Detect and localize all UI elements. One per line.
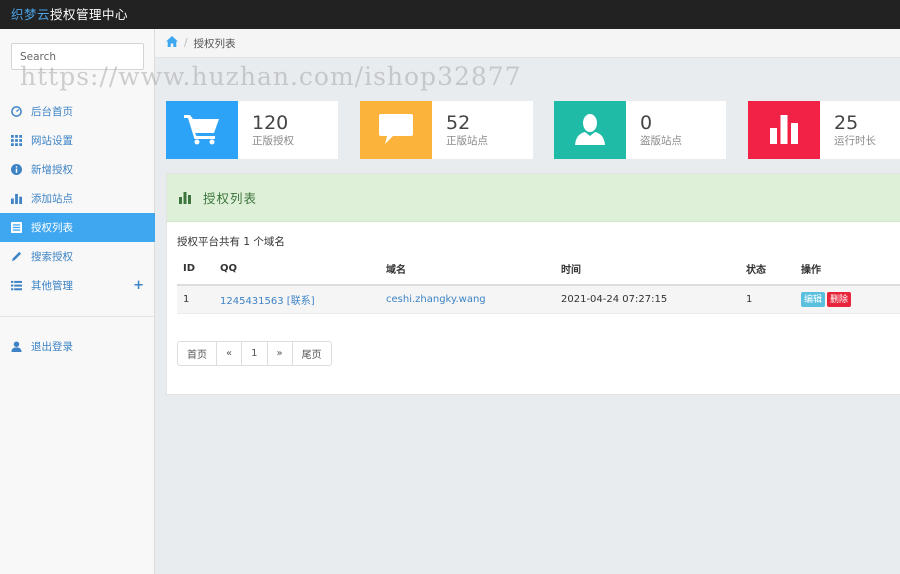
pager-last[interactable]: 尾页 bbox=[293, 342, 331, 365]
sidebar-item-search-license[interactable]: 搜索授权 bbox=[0, 242, 155, 271]
stat-label: 正版授权 bbox=[252, 135, 294, 147]
cell-id: 1 bbox=[177, 285, 214, 314]
stat-card-sites: 52 正版站点 bbox=[360, 101, 533, 159]
pagination: 首页 « 1 » 尾页 bbox=[177, 341, 332, 366]
home-icon[interactable] bbox=[166, 36, 178, 50]
panel-title: 授权列表 bbox=[203, 191, 258, 206]
cell-actions: 编辑 删除 bbox=[795, 285, 900, 314]
license-list-panel: 授权列表 授权平台共有 1 个域名 ID QQ 域名 时间 状态 操作 1 12… bbox=[166, 173, 900, 395]
stat-value: 25 bbox=[834, 112, 859, 134]
cell-qq-link[interactable]: 1245431563 [联系] bbox=[214, 285, 380, 314]
pager-page-1[interactable]: 1 bbox=[242, 342, 268, 365]
pager-next[interactable]: » bbox=[268, 342, 293, 365]
sidebar-item-label: 添加站点 bbox=[31, 193, 73, 205]
stat-label: 正版站点 bbox=[446, 135, 488, 147]
stat-icon-box bbox=[748, 101, 820, 159]
column-header-domain: 域名 bbox=[380, 253, 555, 286]
sidebar-item-new-license[interactable]: 新增授权 bbox=[0, 155, 155, 184]
sidebar-item-label: 搜索授权 bbox=[31, 251, 73, 263]
column-header-qq: QQ bbox=[214, 253, 380, 286]
sidebar: 后台首页 网站设置 新增授权 添加站点 授权列表 bbox=[0, 29, 155, 574]
sidebar-item-label: 授权列表 bbox=[31, 222, 73, 234]
stat-label: 盗版站点 bbox=[640, 135, 682, 147]
stat-label: 运行时长 bbox=[834, 135, 876, 147]
info-circle-icon bbox=[10, 164, 22, 176]
stat-card-licenses: 120 正版授权 bbox=[166, 101, 338, 159]
user-icon bbox=[10, 341, 22, 353]
stat-icon-box bbox=[360, 101, 432, 159]
top-navbar: 织梦云授权管理中心 bbox=[0, 0, 900, 29]
stat-card-runtime: 25 运行时长 bbox=[748, 101, 900, 159]
sidebar-item-label: 退出登录 bbox=[31, 341, 73, 353]
stat-value: 52 bbox=[446, 112, 471, 134]
sidebar-item-label: 其他管理 bbox=[31, 280, 73, 292]
sidebar-item-dashboard[interactable]: 后台首页 bbox=[0, 97, 155, 126]
list-detail-icon bbox=[10, 280, 22, 292]
sidebar-item-logout[interactable]: 退出登录 bbox=[0, 332, 155, 361]
sidebar-item-add-site[interactable]: 添加站点 bbox=[0, 184, 155, 213]
stat-value: 120 bbox=[252, 112, 289, 134]
brand-accent: 织梦云 bbox=[11, 7, 51, 22]
bar-chart-icon bbox=[179, 191, 191, 204]
sidebar-divider bbox=[0, 316, 155, 317]
brand-rest: 授权管理中心 bbox=[50, 7, 129, 22]
breadcrumb-separator: / bbox=[184, 37, 188, 49]
sidebar-item-label: 新增授权 bbox=[31, 164, 73, 176]
sidebar-nav: 后台首页 网站设置 新增授权 添加站点 授权列表 搜索授权 其他管理 + bbox=[0, 97, 155, 300]
bar-chart-icon bbox=[10, 193, 22, 205]
domain-count-summary: 授权平台共有 1 个域名 bbox=[177, 236, 285, 248]
panel-header: 授权列表 bbox=[167, 174, 900, 222]
pager-first[interactable]: 首页 bbox=[178, 342, 217, 365]
column-header-time: 时间 bbox=[555, 253, 740, 286]
grid-icon bbox=[10, 135, 22, 147]
license-table: ID QQ 域名 时间 状态 操作 1 1245431563 [联系] cesh… bbox=[177, 253, 900, 314]
list-icon bbox=[10, 222, 22, 234]
comment-icon bbox=[379, 113, 413, 147]
table-row: 1 1245431563 [联系] ceshi.zhangky.wang 202… bbox=[177, 285, 900, 314]
cell-status: 1 bbox=[740, 285, 795, 314]
sidebar-item-label: 网站设置 bbox=[31, 135, 73, 147]
search-input[interactable] bbox=[11, 43, 144, 70]
user-icon bbox=[574, 113, 606, 148]
table-header-row: ID QQ 域名 时间 状态 操作 bbox=[177, 253, 900, 286]
breadcrumb: / 授权列表 bbox=[155, 29, 900, 58]
stat-icon-box bbox=[554, 101, 626, 159]
stat-icon-box bbox=[166, 101, 238, 159]
stat-card-pirate-sites: 0 盗版站点 bbox=[554, 101, 726, 159]
pager-prev[interactable]: « bbox=[217, 342, 243, 365]
cell-time: 2021-04-24 07:27:15 bbox=[555, 285, 740, 314]
breadcrumb-current: 授权列表 bbox=[193, 37, 236, 50]
edit-button[interactable]: 编辑 bbox=[801, 291, 826, 307]
column-header-status: 状态 bbox=[740, 253, 795, 286]
bar-chart-icon bbox=[769, 114, 799, 147]
sidebar-item-other-management[interactable]: 其他管理 + bbox=[0, 271, 155, 300]
cell-domain-link[interactable]: ceshi.zhangky.wang bbox=[380, 285, 555, 314]
column-header-id: ID bbox=[177, 253, 214, 286]
dashboard-icon bbox=[10, 106, 22, 118]
sidebar-item-label: 后台首页 bbox=[31, 106, 73, 118]
delete-button[interactable]: 删除 bbox=[827, 291, 852, 307]
sidebar-item-license-list[interactable]: 授权列表 bbox=[0, 213, 155, 242]
sidebar-item-site-settings[interactable]: 网站设置 bbox=[0, 126, 155, 155]
pencil-icon bbox=[10, 251, 22, 263]
brand-title[interactable]: 织梦云授权管理中心 bbox=[11, 4, 128, 23]
cart-icon bbox=[184, 113, 220, 148]
plus-icon[interactable]: + bbox=[133, 278, 144, 293]
stat-value: 0 bbox=[640, 112, 653, 134]
column-header-actions: 操作 bbox=[795, 253, 900, 286]
